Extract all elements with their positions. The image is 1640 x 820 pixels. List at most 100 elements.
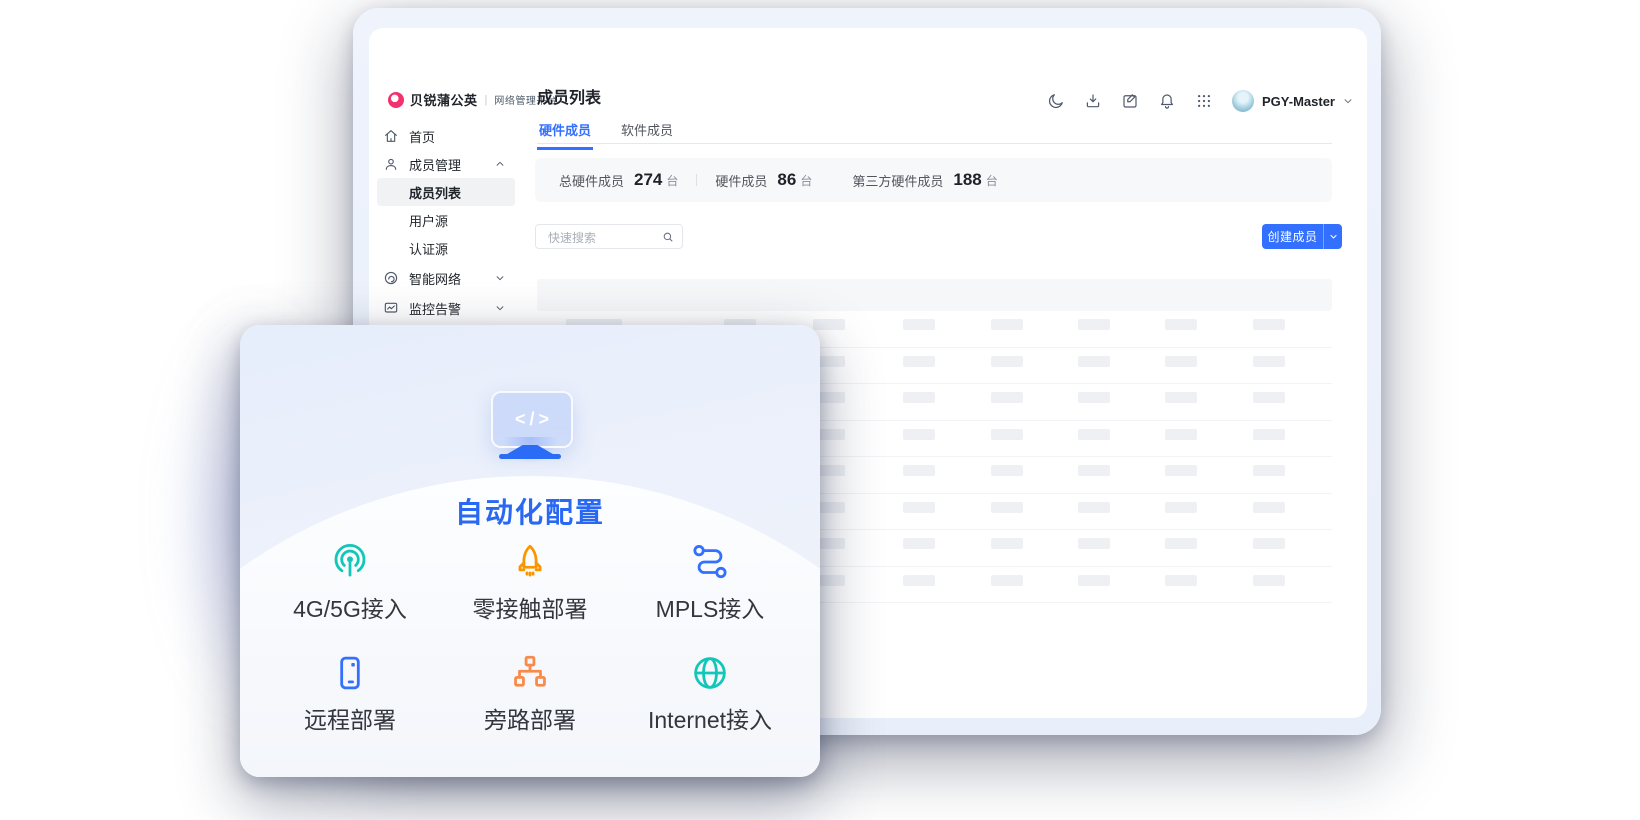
skeleton-cell xyxy=(903,429,935,440)
moon-icon[interactable] xyxy=(1047,92,1065,110)
feature-bypass-deploy: 旁路部署 xyxy=(440,648,620,735)
user-menu[interactable]: PGY-Master xyxy=(1232,90,1353,112)
brand-separator: | xyxy=(485,94,488,106)
chevron-down-icon xyxy=(495,303,505,313)
create-member-button[interactable]: 创建成员 xyxy=(1262,224,1342,249)
skeleton-cell xyxy=(903,319,935,330)
skeleton-cell xyxy=(1165,392,1197,403)
skeleton-cell xyxy=(1165,465,1197,476)
tab-hardware-members[interactable]: 硬件成员 xyxy=(537,120,593,150)
skeleton-cell xyxy=(1253,356,1285,367)
skeleton-cell xyxy=(1078,538,1110,549)
stat-unit: 台 xyxy=(986,172,998,189)
antenna-icon xyxy=(329,537,371,583)
feature-4g5g: 4G/5G接入 xyxy=(260,537,440,624)
promo-title: 自动化配置 xyxy=(240,491,820,531)
skeleton-cell xyxy=(1253,392,1285,403)
page-title: 成员列表 xyxy=(537,84,601,108)
feature-internet: Internet接入 xyxy=(620,648,800,735)
sidebar-item-label: 首页 xyxy=(409,127,435,146)
feature-label: MPLS接入 xyxy=(656,590,765,624)
sidebar-item-monitor-alert[interactable]: 监控告警 xyxy=(377,294,515,322)
skeleton-cell xyxy=(903,465,935,476)
skeleton-cell xyxy=(1165,538,1197,549)
smart-network-icon xyxy=(383,270,399,286)
skeleton-cell xyxy=(1165,502,1197,513)
skeleton-cell xyxy=(1078,319,1110,330)
skeleton-cell xyxy=(1165,429,1197,440)
avatar xyxy=(1232,90,1254,112)
sidebar-item-member-list[interactable]: 成员列表 xyxy=(377,178,515,206)
feature-label: 零接触部署 xyxy=(473,590,588,624)
skeleton-cell xyxy=(1253,502,1285,513)
phone-icon xyxy=(329,648,371,694)
feature-label: 4G/5G接入 xyxy=(293,590,407,624)
skeleton-cell xyxy=(991,429,1023,440)
monitor-alert-icon xyxy=(383,300,399,316)
sidebar-item-label: 监控告警 xyxy=(409,299,461,318)
sidebar: 首页 成员管理 成员列表 用户源 认 xyxy=(369,120,521,360)
skeleton-cell xyxy=(1078,575,1110,586)
edit-note-icon[interactable] xyxy=(1121,92,1139,110)
sidebar-item-label: 认证源 xyxy=(409,239,448,258)
stat-label: 第三方硬件成员 xyxy=(852,171,943,190)
sidebar-item-label: 成员管理 xyxy=(409,155,461,174)
sidebar-item-home[interactable]: 首页 xyxy=(377,122,515,150)
globe-icon xyxy=(689,648,731,694)
bypass-network-icon xyxy=(509,648,551,694)
route-icon xyxy=(689,537,731,583)
home-icon xyxy=(383,128,399,144)
chevron-down-icon[interactable] xyxy=(1324,232,1342,241)
stats-bar: 总硬件成员 274 台 硬件成员 86 台 第三方硬件成员 188 台 xyxy=(535,158,1332,202)
stat-label: 总硬件成员 xyxy=(559,171,624,190)
skeleton-cell xyxy=(991,465,1023,476)
code-monitor-icon: </> xyxy=(491,391,573,448)
monitor-base xyxy=(499,454,561,459)
skeleton-cell xyxy=(903,575,935,586)
skeleton-cell xyxy=(1253,465,1285,476)
table-header xyxy=(537,279,1332,311)
feature-label: 远程部署 xyxy=(304,701,396,735)
sidebar-item-user-source[interactable]: 用户源 xyxy=(377,206,515,234)
tab-software-members[interactable]: 软件成员 xyxy=(619,120,675,150)
member-type-tabs: 硬件成员 软件成员 xyxy=(537,120,675,150)
skeleton-cell xyxy=(1165,356,1197,367)
skeleton-cell xyxy=(1253,575,1285,586)
create-member-label: 创建成员 xyxy=(1262,228,1323,245)
apps-grid-icon[interactable] xyxy=(1195,92,1213,110)
skeleton-cell xyxy=(991,502,1023,513)
search-icon[interactable] xyxy=(661,230,675,244)
skeleton-cell xyxy=(903,356,935,367)
sidebar-item-smart-network[interactable]: 智能网络 xyxy=(377,264,515,292)
search-box xyxy=(535,224,683,249)
header-actions: PGY-Master xyxy=(1047,90,1353,112)
chevron-down-icon xyxy=(1343,96,1353,106)
brand-logo[interactable]: 贝锐蒲公英 | 网络管理平台 xyxy=(388,90,557,109)
search-input[interactable] xyxy=(546,226,662,249)
stat-value: 274 xyxy=(634,170,662,190)
skeleton-cell xyxy=(1078,392,1110,403)
pgy-logo-icon xyxy=(388,92,404,108)
sidebar-item-members[interactable]: 成员管理 xyxy=(377,150,515,178)
stat-divider xyxy=(696,174,697,186)
skeleton-cell xyxy=(1078,356,1110,367)
feature-zero-touch: 零接触部署 xyxy=(440,537,620,624)
skeleton-cell xyxy=(813,319,845,330)
members-icon xyxy=(383,156,399,172)
rocket-icon xyxy=(509,537,551,583)
skeleton-cell xyxy=(1078,429,1110,440)
user-name: PGY-Master xyxy=(1262,94,1335,109)
stat-unit: 台 xyxy=(666,172,678,189)
skeleton-cell xyxy=(991,356,1023,367)
download-icon[interactable] xyxy=(1084,92,1102,110)
sidebar-item-auth-source[interactable]: 认证源 xyxy=(377,234,515,262)
skeleton-cell xyxy=(903,538,935,549)
bell-icon[interactable] xyxy=(1158,92,1176,110)
tabs-divider xyxy=(537,143,1332,144)
skeleton-cell xyxy=(1078,465,1110,476)
sidebar-item-label: 成员列表 xyxy=(409,183,461,202)
stat-value: 188 xyxy=(953,170,981,190)
stat-value: 86 xyxy=(777,170,796,190)
skeleton-cell xyxy=(903,502,935,513)
screenshot-stage: 贝锐蒲公英 | 网络管理平台 成员列表 xyxy=(0,0,1640,820)
